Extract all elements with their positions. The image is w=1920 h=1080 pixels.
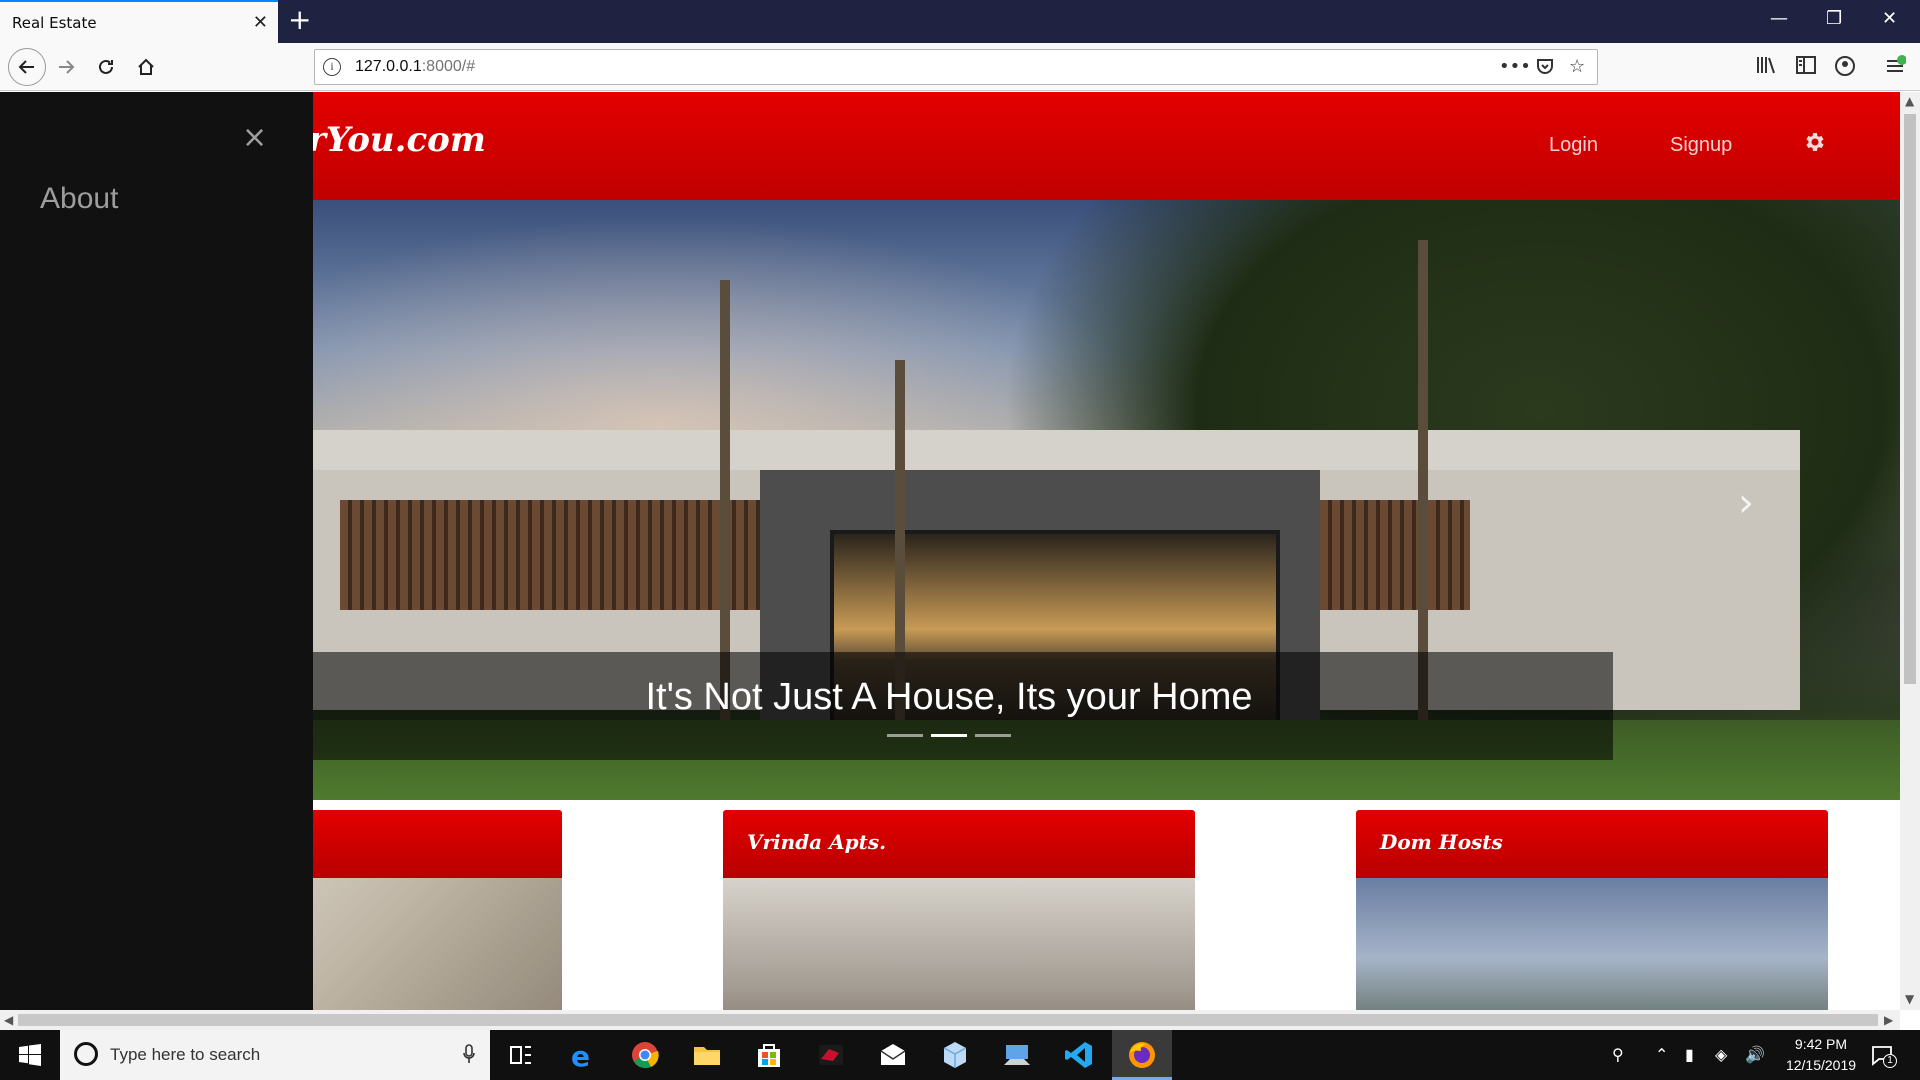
taskbar-search-placeholder: Type here to search	[110, 1045, 261, 1064]
wifi-icon[interactable]: ◈	[1715, 1045, 1727, 1064]
minimize-icon[interactable]: —	[1770, 8, 1788, 29]
card-image[interactable]	[1356, 878, 1828, 1010]
task-view-icon[interactable]	[505, 1039, 537, 1071]
sidebar-toggle-icon[interactable]	[1795, 55, 1817, 80]
scroll-up-icon[interactable]: ▲	[1905, 94, 1914, 108]
notification-count: 1	[1883, 1054, 1897, 1068]
card-image[interactable]	[723, 878, 1195, 1010]
browser-nav-bar: i 127.0.0.1:8000/# ••• ☆	[0, 43, 1920, 91]
tab-title: Real Estate	[12, 14, 97, 32]
url-bar[interactable]: i 127.0.0.1:8000/# ••• ☆	[314, 49, 1598, 85]
vertical-scroll-thumb[interactable]	[1904, 114, 1916, 684]
site-info-icon[interactable]: i	[323, 58, 341, 76]
horizontal-scroll-thumb[interactable]	[18, 1014, 1878, 1026]
card-title: Dom Hosts	[1380, 830, 1503, 854]
vertical-scrollbar[interactable]: ▲ ▼	[1900, 92, 1920, 1010]
clock-date: 12/15/2019	[1785, 1057, 1857, 1073]
carousel-indicator[interactable]	[975, 734, 1011, 737]
clock-time: 9:42 PM	[1794, 1036, 1848, 1052]
store-icon[interactable]	[753, 1039, 785, 1071]
page-actions-icon[interactable]: •••	[1499, 56, 1531, 77]
card-title: Vrinda Apts.	[747, 830, 887, 854]
reload-icon	[99, 59, 113, 74]
carousel-indicator[interactable]	[887, 734, 923, 737]
carousel-caption: It's Not Just A House, Its your Home	[285, 652, 1613, 760]
game-app-icon[interactable]	[815, 1039, 847, 1071]
tray-expand-icon[interactable]: ⌃	[1655, 1045, 1668, 1064]
sidebar-close-icon[interactable]: ×	[242, 120, 267, 155]
window-close-icon[interactable]: ✕	[1882, 8, 1897, 29]
battery-icon[interactable]: ▮	[1685, 1045, 1694, 1064]
scroll-left-icon[interactable]: ◀	[4, 1013, 13, 1027]
taskbar-search-box[interactable]: Type here to search	[60, 1030, 490, 1080]
firefox-taskbar-active[interactable]	[1112, 1030, 1172, 1080]
hero-caption-text: It's Not Just A House, Its your Home	[645, 676, 1253, 718]
action-center-icon[interactable]: 1	[1870, 1043, 1897, 1073]
carousel-next-icon[interactable]: ›	[1738, 480, 1754, 526]
carousel-indicator-active[interactable]	[931, 734, 967, 737]
cortana-icon	[74, 1042, 98, 1066]
bookmark-star-icon[interactable]: ☆	[1569, 56, 1585, 77]
card-header: Vrinda Apts.	[723, 810, 1195, 878]
start-button[interactable]	[0, 1030, 60, 1080]
windows-taskbar: Type here to search e ⚲ ⌃ ▮ ◈ 🔊 9:42 PM …	[0, 1030, 1920, 1080]
volume-icon[interactable]: 🔊	[1745, 1045, 1765, 1064]
url-host: 127.0.0.1	[355, 58, 422, 75]
card-header: Dom Hosts	[1356, 810, 1828, 878]
forward-arrow-icon	[59, 60, 75, 74]
windows-logo-icon	[19, 1044, 41, 1066]
microphone-icon[interactable]	[462, 1044, 476, 1064]
carousel-indicators	[285, 734, 1613, 737]
reload-button[interactable]	[90, 51, 122, 83]
vscode-icon[interactable]	[1063, 1039, 1095, 1071]
site-brand-logo[interactable]: rYou.com	[308, 120, 486, 160]
property-card[interactable]: Dom Hosts	[1356, 810, 1828, 1010]
menu-icon[interactable]	[1884, 55, 1907, 82]
home-button[interactable]	[130, 51, 162, 83]
settings-gear-icon[interactable]	[1802, 130, 1826, 154]
taskbar-clock[interactable]: 9:42 PM 12/15/2019	[1776, 1034, 1866, 1076]
scroll-right-icon[interactable]: ▶	[1884, 1013, 1893, 1027]
people-icon[interactable]: ⚲	[1612, 1045, 1624, 1064]
signup-link[interactable]: Signup	[1670, 134, 1732, 157]
login-link[interactable]: Login	[1549, 134, 1598, 157]
house-wood-slats-right	[1320, 500, 1470, 610]
side-nav: × About	[0, 92, 313, 1010]
pocket-icon[interactable]	[1535, 56, 1555, 81]
file-explorer-icon[interactable]	[691, 1039, 723, 1071]
svg-text:e: e	[571, 1040, 590, 1071]
scroll-down-icon[interactable]: ▼	[1905, 992, 1914, 1006]
edge-browser-icon[interactable]: e	[566, 1039, 598, 1071]
browser-tab[interactable]: Real Estate ✕	[0, 0, 278, 43]
3d-box-icon[interactable]	[939, 1039, 971, 1071]
home-icon	[138, 58, 154, 75]
remote-desktop-icon[interactable]	[1001, 1039, 1033, 1071]
new-tab-button[interactable]: +	[288, 6, 311, 34]
forward-button[interactable]	[50, 51, 82, 83]
horizontal-scrollbar[interactable]: ◀ ▶	[0, 1010, 1900, 1030]
property-card[interactable]: Vrinda Apts.	[723, 810, 1195, 1010]
back-button[interactable]	[8, 48, 46, 86]
library-icon[interactable]	[1755, 55, 1777, 80]
house-roofline	[300, 430, 1800, 470]
restore-icon[interactable]: ❐	[1826, 8, 1842, 29]
browser-tab-bar: Real Estate ✕ + — ❐ ✕	[0, 0, 1920, 43]
house-wood-slats	[340, 500, 760, 610]
firefox-icon	[1129, 1042, 1155, 1068]
url-path: :8000/#	[421, 58, 476, 75]
tab-close-icon[interactable]: ✕	[253, 12, 268, 33]
chrome-icon[interactable]	[629, 1039, 661, 1071]
sidebar-link-about[interactable]: About	[40, 182, 118, 216]
back-arrow-icon	[18, 60, 34, 74]
url-text[interactable]: 127.0.0.1:8000/#	[355, 58, 475, 76]
mail-icon[interactable]	[877, 1039, 909, 1071]
account-icon[interactable]	[1834, 55, 1856, 82]
